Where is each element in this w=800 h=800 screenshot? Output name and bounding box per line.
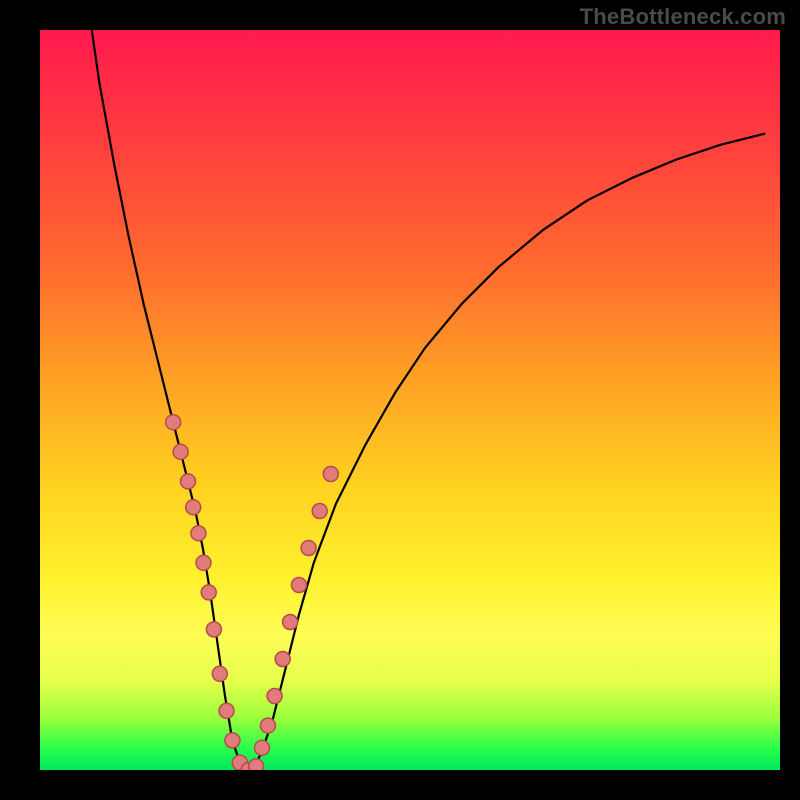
- curve-dot: [260, 718, 275, 733]
- plot-gradient-area: [40, 30, 780, 770]
- curve-dots-group: [166, 415, 339, 770]
- curve-dot: [201, 585, 216, 600]
- curve-layer: [40, 30, 780, 770]
- watermark-text: TheBottleneck.com: [580, 4, 786, 30]
- curve-dot: [312, 504, 327, 519]
- curve-dot: [255, 740, 270, 755]
- curve-dot: [166, 415, 181, 430]
- curve-dot: [219, 703, 234, 718]
- curve-dot: [267, 689, 282, 704]
- curve-dot: [249, 759, 264, 770]
- curve-dot: [181, 474, 196, 489]
- chart-frame: TheBottleneck.com: [0, 0, 800, 800]
- curve-dot: [196, 555, 211, 570]
- curve-dot: [191, 526, 206, 541]
- curve-dot: [212, 666, 227, 681]
- curve-dot: [323, 467, 338, 482]
- curve-dot: [173, 444, 188, 459]
- curve-dot: [283, 615, 298, 630]
- curve-dot: [186, 500, 201, 515]
- bottleneck-curve: [92, 30, 765, 770]
- curve-dot: [301, 541, 316, 556]
- curve-dot: [225, 733, 240, 748]
- curve-dot: [206, 622, 221, 637]
- curve-dot: [275, 652, 290, 667]
- curve-dot: [292, 578, 307, 593]
